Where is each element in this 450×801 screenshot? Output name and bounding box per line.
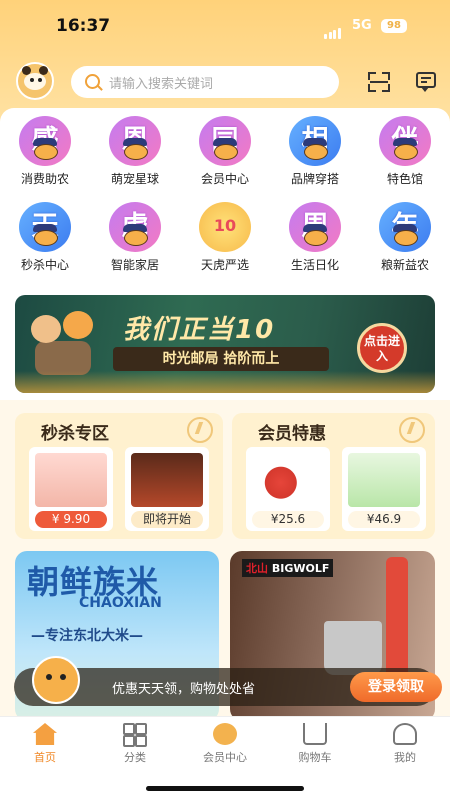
category-badge-icon: 相 [289,116,341,166]
product-image [348,453,420,507]
promo-slogan: —专注东北大米— [31,628,143,644]
product-card[interactable]: ¥25.6 [246,447,330,531]
product-image [252,453,324,507]
cup-image [324,621,382,675]
product-card[interactable]: ¥ 9.90 [29,447,113,531]
tiger-mascot-icon [32,656,80,704]
bottle-image [386,557,408,677]
category-badge-icon: 周 [289,202,341,252]
user-icon [393,723,417,745]
tab-label: 购物车 [298,751,332,764]
product-card[interactable]: 即将开始 [125,447,209,531]
tab-home[interactable]: 首页 [10,723,80,765]
anniversary-banner[interactable]: 我们正当10 时光邮局 拾阶而上 点击进入 [15,295,435,393]
tab-label: 我的 [394,751,416,764]
tab-label: 首页 [34,751,56,764]
category-item[interactable]: 伴 特色馆 [364,116,446,187]
category-label: 特色馆 [386,172,423,186]
category-item[interactable]: 恩 萌宠星球 [94,116,176,187]
category-badge-icon: 恩 [109,116,161,166]
category-label: 天虎严选 [200,258,249,272]
product-price: 即将开始 [131,511,203,528]
tab-cart[interactable]: 购物车 [280,723,350,765]
product-image [131,453,203,507]
category-badge-icon: 同 [199,116,251,166]
member-deals-section[interactable]: 会员特惠 ¥25.6 ¥46.9 [232,413,435,539]
login-prompt-text: 优惠天天领，购物处处省 [112,682,256,697]
category-label: 会员中心 [200,172,249,186]
status-time: 16:37 [56,16,111,36]
enter-button[interactable]: 点击进入 [357,323,407,373]
category-label: 萌宠星球 [110,172,159,186]
category-label: 品牌穿搭 [290,172,339,186]
search-input[interactable]: 请输入搜索关键词 [71,66,339,98]
search-icon [85,74,100,89]
category-badge-icon: 10 [199,202,251,252]
home-indicator [146,786,304,791]
product-price: ¥25.6 [252,511,324,528]
flash-sale-title: 秒杀专区 [41,424,109,444]
wheat-decoration [15,371,435,393]
banner-subtitle: 时光邮局 拾阶而上 [113,347,329,371]
tab-label: 会员中心 [203,751,247,764]
category-item[interactable]: 年 粮新益农 [364,202,446,273]
flash-sale-section[interactable]: 秒杀专区 ¥ 9.90 即将开始 [15,413,223,539]
category-item[interactable]: 周 生活日化 [274,202,356,273]
category-label: 消费助农 [20,172,69,186]
tab-category[interactable]: 分类 [100,723,170,765]
product-price: ¥ 9.90 [35,511,107,528]
tiger-logo-icon [16,62,54,100]
category-label: 生活日化 [290,258,339,272]
product-price: ¥46.9 [348,511,420,528]
category-item[interactable]: 相 品牌穿搭 [274,116,356,187]
member-deals-title: 会员特惠 [258,424,326,444]
category-item[interactable]: 天 秒杀中心 [4,202,86,273]
grid-icon [123,723,147,747]
mascot-illustration [27,307,97,379]
home-icon [33,723,57,745]
status-bar: 16:37 5G 98 [0,14,450,40]
product-image [35,453,107,507]
search-placeholder: 请输入搜索关键词 [109,77,214,92]
category-badge-icon: 天 [19,202,71,252]
top-header: 请输入搜索关键词 [0,62,450,102]
promo-pinyin: CHAOXIAN [79,595,162,611]
battery-icon: 98 [381,19,407,33]
category-item[interactable]: 感 消费助农 [4,116,86,187]
cart-icon [303,723,327,745]
login-claim-button[interactable]: 登录领取 [350,672,442,702]
tab-member-center[interactable]: 会员中心 [190,723,260,765]
network-label: 5G [352,18,372,33]
member-heart-icon [213,723,237,745]
tab-label: 分类 [124,751,146,764]
login-prompt-bar: 优惠天天领，购物处处省 登录领取 [14,656,442,706]
product-card[interactable]: ¥46.9 [342,447,426,531]
category-label: 粮新益农 [380,258,429,272]
category-item[interactable]: 同 会员中心 [184,116,266,187]
category-badge-icon: 感 [19,116,71,166]
crown-icon [399,417,425,443]
lightning-icon [187,417,213,443]
category-label: 智能家居 [110,258,159,272]
scan-icon[interactable] [368,72,390,92]
category-badge-icon: 年 [379,202,431,252]
category-badge-icon: 伴 [379,116,431,166]
category-label: 秒杀中心 [20,258,69,272]
signal-icon [324,20,342,39]
banner-title: 我们正当10 [123,315,276,345]
message-icon[interactable] [416,72,436,92]
category-item[interactable]: 虎 智能家居 [94,202,176,273]
category-badge-icon: 虎 [109,202,161,252]
tab-profile[interactable]: 我的 [370,723,440,765]
brand-logo: 北山 BIGWOLF [242,559,334,577]
category-item[interactable]: 10 天虎严选 [184,202,266,273]
